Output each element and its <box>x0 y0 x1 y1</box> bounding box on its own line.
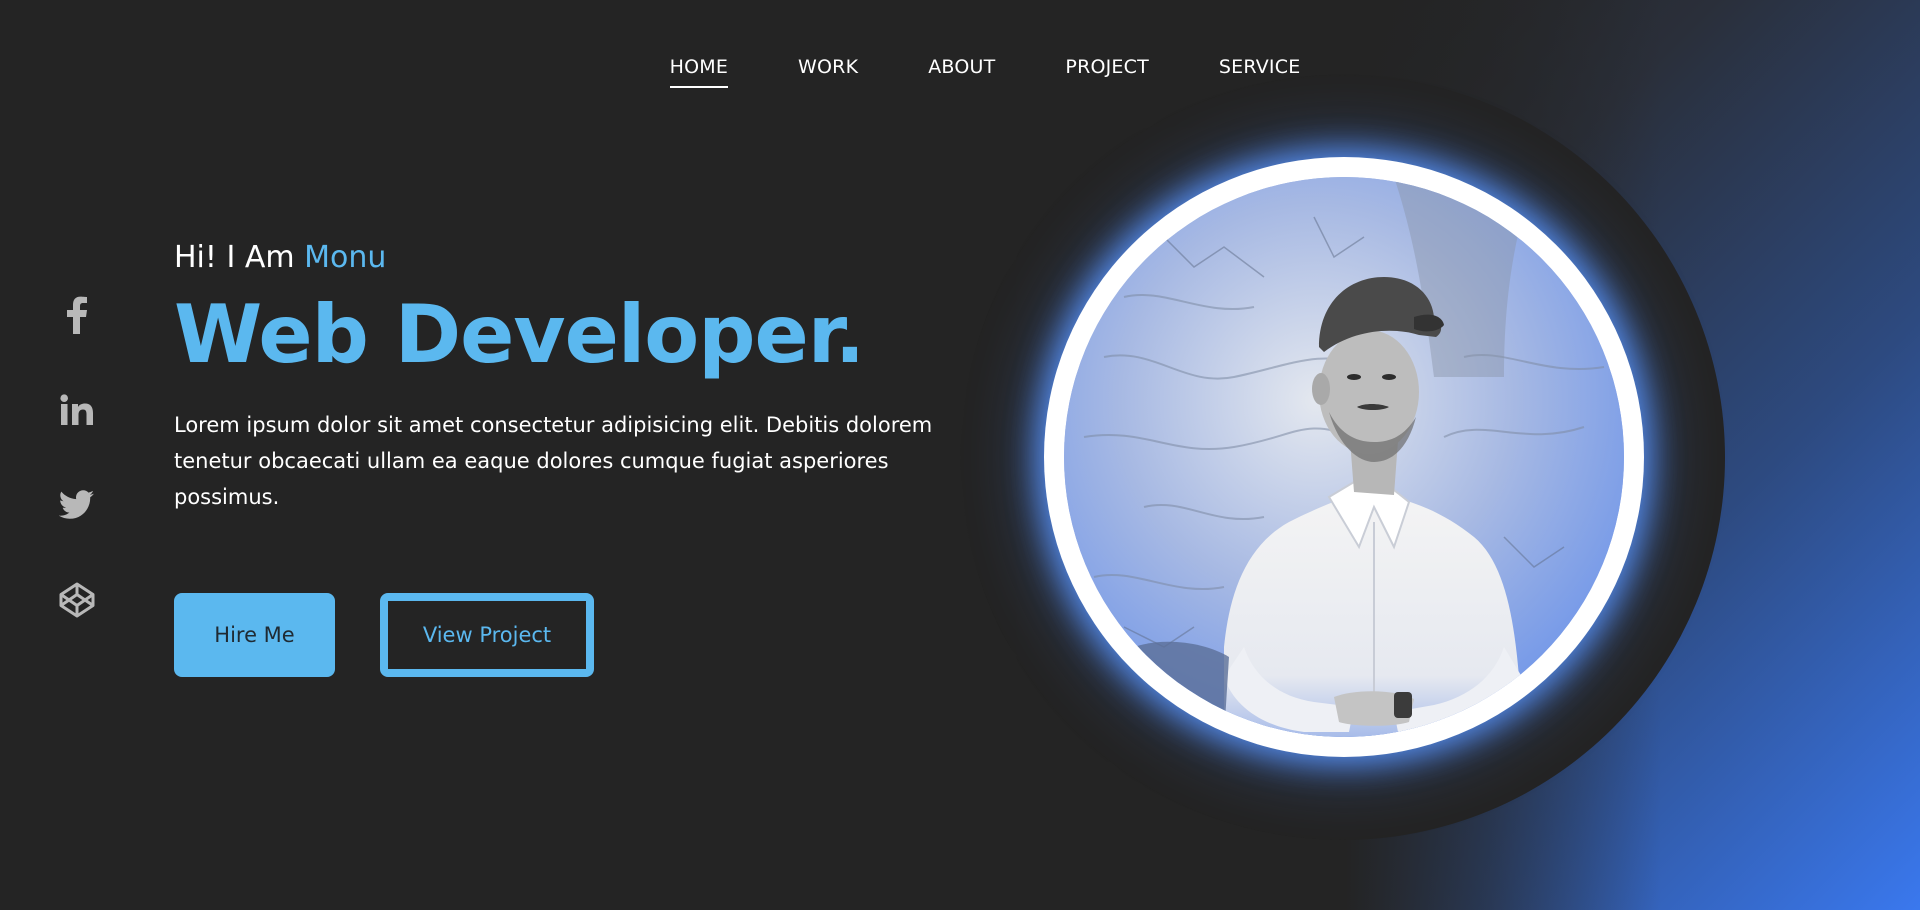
social-links <box>57 295 97 620</box>
nav-item-home[interactable]: HOME <box>669 56 729 88</box>
codepen-icon[interactable] <box>57 580 97 620</box>
main-nav: HOME WORK ABOUT PROJECT SERVICE <box>0 56 1920 88</box>
facebook-icon[interactable] <box>57 295 97 335</box>
greeting: Hi! I Am Monu <box>174 240 934 275</box>
page-title: Web Developer. <box>174 288 865 381</box>
hero-section: Hi! I Am Monu Web Developer. Lorem ipsum… <box>174 240 934 515</box>
hero-buttons: Hire Me View Project <box>174 593 594 677</box>
view-project-button[interactable]: View Project <box>380 593 594 677</box>
nav-item-project[interactable]: PROJECT <box>1065 56 1149 78</box>
linkedin-icon[interactable] <box>57 390 97 430</box>
nav-item-work[interactable]: WORK <box>798 56 858 78</box>
greeting-prefix: Hi! I Am <box>174 240 305 275</box>
nav-item-service[interactable]: SERVICE <box>1219 56 1301 78</box>
hero-description: Lorem ipsum dolor sit amet consectetur a… <box>174 413 933 509</box>
page: HOME WORK ABOUT PROJECT SERVICE Hi! I Am… <box>0 0 1920 910</box>
twitter-icon[interactable] <box>57 485 97 525</box>
greeting-name: Monu <box>304 240 387 275</box>
nav-item-about[interactable]: ABOUT <box>928 56 995 78</box>
profile-photo <box>1064 177 1624 737</box>
hire-me-button[interactable]: Hire Me <box>174 593 335 677</box>
portrait-frame <box>1044 157 1644 757</box>
